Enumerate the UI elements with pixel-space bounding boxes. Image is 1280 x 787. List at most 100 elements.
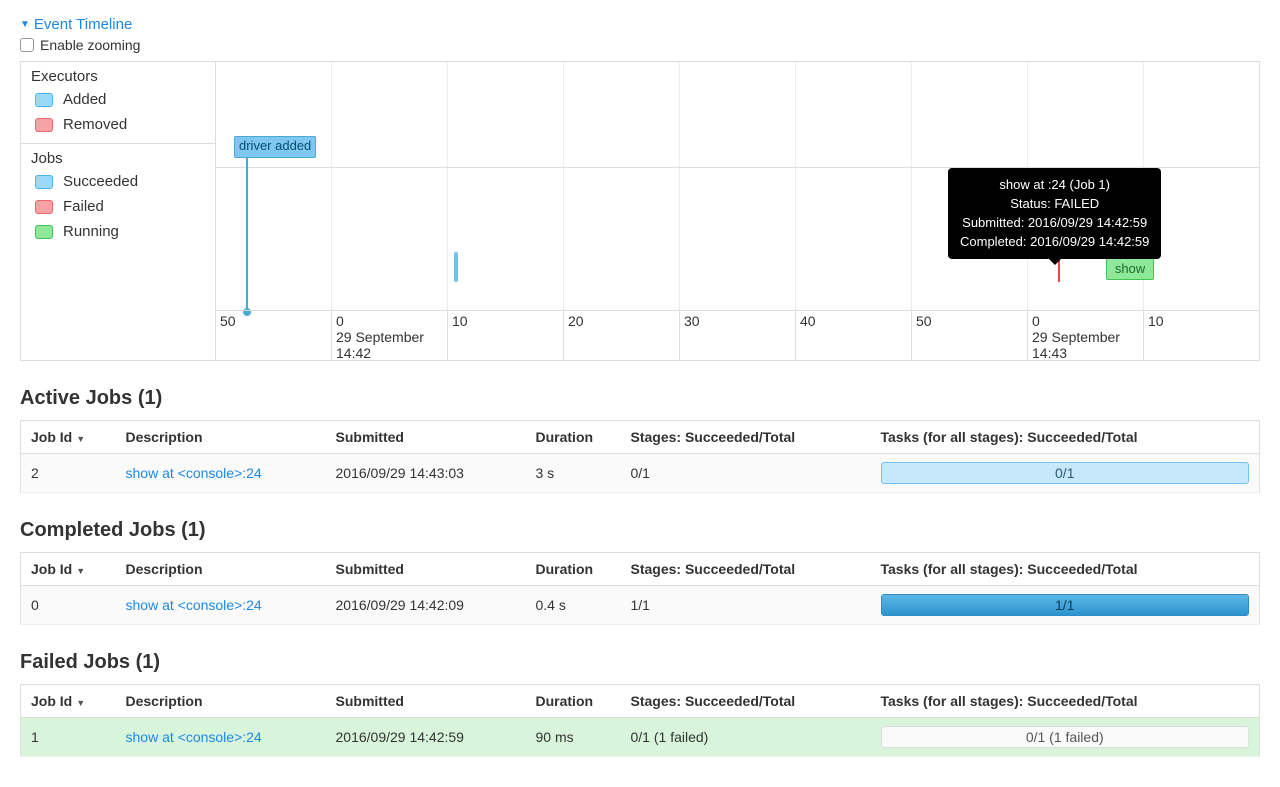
task-progress: 0/1 (1 failed): [881, 726, 1250, 748]
cell-job-id: 1: [21, 718, 116, 757]
task-progress-label: 1/1: [1055, 597, 1074, 613]
sort-caret-icon: ▼: [76, 434, 85, 444]
th-description[interactable]: Description: [116, 685, 326, 718]
timeline-axis: 50 029 September 14:42 10 20 30 40 50 02…: [216, 310, 1259, 360]
th-submitted[interactable]: Submitted: [326, 685, 526, 718]
legend-removed-label: Removed: [63, 116, 127, 133]
cell-duration: 3 s: [526, 454, 621, 493]
legend-running-label: Running: [63, 223, 119, 240]
cell-job-id: 0: [21, 586, 116, 625]
th-duration[interactable]: Duration: [526, 685, 621, 718]
swatch-removed-icon: [35, 118, 53, 132]
job-bar-succeeded[interactable]: [454, 252, 458, 282]
th-tasks[interactable]: Tasks (for all stages): Succeeded/Total: [871, 421, 1260, 454]
caret-down-icon: ▼: [20, 19, 30, 30]
swatch-running-icon: [35, 225, 53, 239]
job-description-link[interactable]: show at <console>:24: [126, 597, 262, 613]
legend-failed: Failed: [31, 194, 205, 219]
tick-sublabel: 29 September 14:42: [336, 329, 443, 361]
cell-submitted: 2016/09/29 14:42:09: [326, 586, 526, 625]
sort-caret-icon: ▼: [76, 698, 85, 708]
tick-label: 0: [1032, 313, 1139, 329]
cell-stages: 0/1: [621, 454, 871, 493]
swatch-failed-icon: [35, 200, 53, 214]
executor-bar-driver-added[interactable]: driver added: [234, 136, 316, 158]
tick-label: 30: [684, 313, 791, 329]
legend-executors-title: Executors: [31, 68, 205, 85]
tick-label: 40: [800, 313, 907, 329]
cell-submitted: 2016/09/29 14:43:03: [326, 454, 526, 493]
tooltip-line3: Submitted: 2016/09/29 14:42:59: [960, 214, 1149, 233]
event-timeline-label: Event Timeline: [34, 16, 132, 33]
active-jobs-heading: Active Jobs (1): [20, 387, 1260, 410]
legend-failed-label: Failed: [63, 198, 104, 215]
tick-label: 10: [1148, 313, 1255, 329]
cell-tasks: 1/1: [871, 586, 1260, 625]
legend-succeeded: Succeeded: [31, 169, 205, 194]
job-description-link[interactable]: show at <console>:24: [126, 729, 262, 745]
legend-running: Running: [31, 219, 205, 244]
job-tooltip: show at :24 (Job 1) Status: FAILED Submi…: [948, 168, 1161, 259]
legend-executors: Executors Added Removed: [21, 62, 215, 143]
enable-zooming-label: Enable zooming: [40, 37, 140, 53]
tick-label: 50: [220, 313, 327, 329]
tooltip-line4: Completed: 2016/09/29 14:42:59: [960, 233, 1149, 252]
timeline: Executors Added Removed Jobs Succeeded F…: [20, 61, 1260, 361]
task-progress: 0/1: [881, 462, 1250, 484]
cell-tasks: 0/1: [871, 454, 1260, 493]
legend-added-label: Added: [63, 91, 106, 108]
legend-jobs-title: Jobs: [31, 150, 205, 167]
legend-jobs: Jobs Succeeded Failed Running: [21, 143, 215, 360]
cell-duration: 0.4 s: [526, 586, 621, 625]
th-job-id[interactable]: Job Id▼: [21, 685, 116, 718]
sort-caret-icon: ▼: [76, 566, 85, 576]
th-submitted[interactable]: Submitted: [326, 553, 526, 586]
th-description[interactable]: Description: [116, 421, 326, 454]
table-row: 0 show at <console>:24 2016/09/29 14:42:…: [21, 586, 1260, 625]
completed-jobs-table: Job Id▼ Description Submitted Duration S…: [20, 552, 1260, 625]
job-bar-running[interactable]: show: [1106, 256, 1154, 280]
th-duration[interactable]: Duration: [526, 553, 621, 586]
cell-stages: 0/1 (1 failed): [621, 718, 871, 757]
cell-duration: 90 ms: [526, 718, 621, 757]
th-submitted[interactable]: Submitted: [326, 421, 526, 454]
th-stages[interactable]: Stages: Succeeded/Total: [621, 685, 871, 718]
legend-removed: Removed: [31, 112, 205, 137]
cell-stages: 1/1: [621, 586, 871, 625]
timeline-legend: Executors Added Removed Jobs Succeeded F…: [21, 62, 216, 360]
job-bar-running-label: show: [1115, 261, 1145, 276]
tick-sublabel: 29 September 14:43: [1032, 329, 1139, 361]
timeline-tracks[interactable]: driver added show show at :24 (Job 1) St…: [216, 62, 1259, 360]
table-row: 2 show at <console>:24 2016/09/29 14:43:…: [21, 454, 1260, 493]
executor-bar-label: driver added: [239, 138, 311, 153]
th-tasks[interactable]: Tasks (for all stages): Succeeded/Total: [871, 685, 1260, 718]
th-tasks[interactable]: Tasks (for all stages): Succeeded/Total: [871, 553, 1260, 586]
event-timeline-toggle[interactable]: ▼ Event Timeline: [20, 16, 1260, 33]
failed-jobs-heading: Failed Jobs (1): [20, 651, 1260, 674]
th-duration[interactable]: Duration: [526, 421, 621, 454]
legend-succeeded-label: Succeeded: [63, 173, 138, 190]
active-jobs-table: Job Id▼ Description Submitted Duration S…: [20, 420, 1260, 493]
tick-label: 20: [568, 313, 675, 329]
tooltip-line2: Status: FAILED: [960, 195, 1149, 214]
task-progress-label: 0/1: [1055, 465, 1074, 481]
tick-label: 50: [916, 313, 1023, 329]
failed-jobs-table: Job Id▼ Description Submitted Duration S…: [20, 684, 1260, 757]
enable-zooming-row: Enable zooming: [20, 37, 1260, 53]
enable-zooming-checkbox[interactable]: [20, 38, 34, 52]
tick-label: 0: [336, 313, 443, 329]
completed-jobs-heading: Completed Jobs (1): [20, 519, 1260, 542]
task-progress: 1/1: [881, 594, 1250, 616]
legend-added: Added: [31, 87, 205, 112]
tick-label: 10: [452, 313, 559, 329]
cell-submitted: 2016/09/29 14:42:59: [326, 718, 526, 757]
task-progress-label: 0/1 (1 failed): [1026, 729, 1104, 745]
th-job-id[interactable]: Job Id▼: [21, 421, 116, 454]
job-description-link[interactable]: show at <console>:24: [126, 465, 262, 481]
th-stages[interactable]: Stages: Succeeded/Total: [621, 553, 871, 586]
th-job-id[interactable]: Job Id▼: [21, 553, 116, 586]
th-stages[interactable]: Stages: Succeeded/Total: [621, 421, 871, 454]
th-description[interactable]: Description: [116, 553, 326, 586]
executor-tail: [246, 158, 248, 312]
table-row: 1 show at <console>:24 2016/09/29 14:42:…: [21, 718, 1260, 757]
